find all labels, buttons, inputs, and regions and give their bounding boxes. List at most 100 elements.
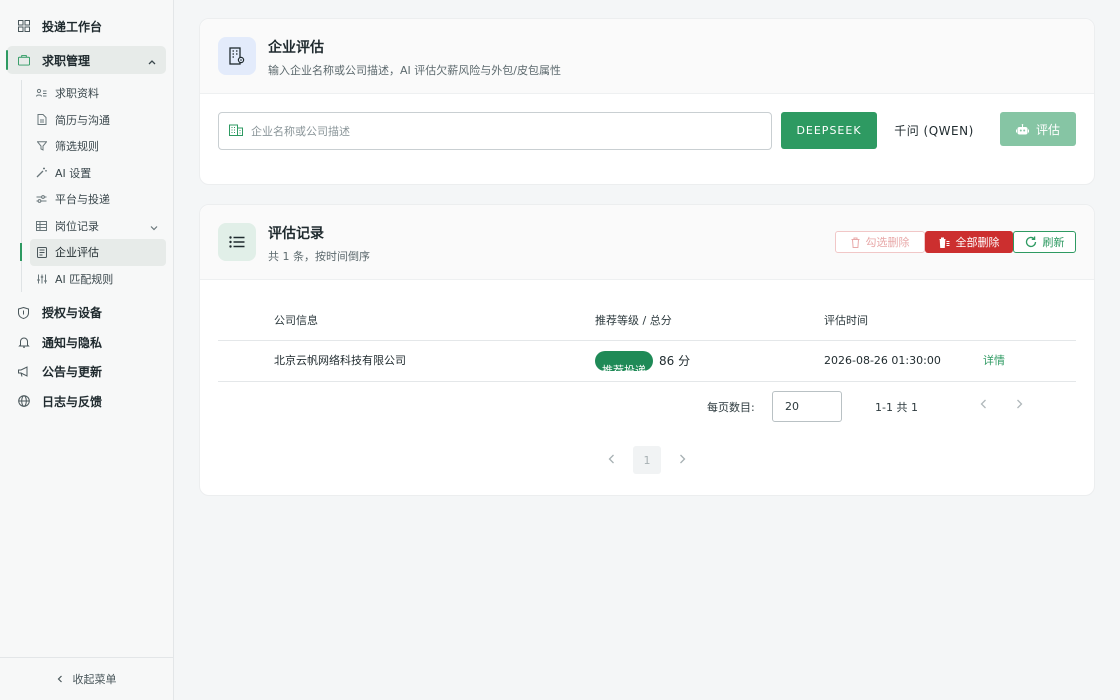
trash-icon [851, 237, 860, 248]
nav-label: 公告与更新 [42, 365, 103, 380]
sidebar-item-filter-rules[interactable]: 筛选规则 [30, 133, 166, 160]
page-navigator: 1 [200, 446, 1094, 474]
building-icon [218, 37, 256, 75]
filter-icon [36, 141, 47, 152]
sidebar-item-label: 企业评估 [55, 246, 99, 260]
document-icon [36, 114, 47, 126]
column-header-level: 推荐等级 / 总分 [595, 314, 672, 327]
chevron-down-icon [150, 221, 158, 234]
records-actions: 勾选删除 全部删除 刷新 [835, 231, 1076, 253]
per-page-label: 每页数目: [707, 401, 755, 414]
chevron-left-icon[interactable] [608, 453, 615, 467]
sidebar-item-profile[interactable]: 求职资料 [30, 80, 166, 107]
table-row: 北京云帆网络科技有限公司 推荐投递 86 分 2026-08-26 01:30:0… [218, 341, 1076, 382]
chevron-up-icon [148, 54, 156, 68]
page-number-button[interactable]: 1 [633, 446, 661, 474]
sidebar-item-label: AI 设置 [55, 166, 92, 180]
deepseek-button[interactable]: DEEPSEEK [781, 112, 877, 149]
megaphone-icon [18, 365, 30, 378]
sidebar-item-resume[interactable]: 简历与沟通 [30, 107, 166, 134]
nav-group-label: 求职管理 [42, 53, 91, 68]
shield-icon [18, 306, 30, 319]
evaluation-records-card: 评估记录 共 1 条，按时间倒序 勾选删除 全部删除 刷新 公司信息 推荐等级 … [199, 204, 1095, 496]
company-evaluation-card: 企业评估 输入企业名称或公司描述，AI 评估欠薪风险与外包/皮包属性 DEEPS… [199, 18, 1095, 185]
refresh-icon [1025, 236, 1037, 248]
score-value: 86 分 [659, 354, 691, 368]
next-page-icon[interactable] [1016, 399, 1023, 412]
search-row: DEEPSEEK 千问 (QWEN) 评估 [218, 112, 1076, 150]
report-icon [36, 246, 47, 258]
detail-link[interactable]: 详情 [983, 341, 1005, 381]
card-header: 企业评估 输入企业名称或公司描述，AI 评估欠薪风险与外包/皮包属性 [200, 19, 1094, 94]
table-header: 公司信息 推荐等级 / 总分 评估时间 [218, 301, 1076, 341]
evaluate-label: 评估 [1035, 122, 1060, 137]
column-header-time: 评估时间 [824, 314, 868, 327]
company-search-box[interactable] [218, 112, 772, 150]
per-page-pager: 每页数目: 20 1-1 共 1 [218, 391, 1076, 423]
refresh-label: 刷新 [1042, 236, 1065, 249]
grid-icon [18, 20, 30, 32]
trash-all-icon [939, 237, 950, 248]
prev-page-icon[interactable] [980, 399, 987, 412]
delete-selected-button[interactable]: 勾选删除 [835, 231, 925, 253]
nav-notify-privacy[interactable]: 通知与隐私 [0, 328, 173, 358]
chevron-left-icon [57, 675, 63, 683]
qwen-button[interactable]: 千问 (QWEN) [886, 112, 982, 149]
collapse-label: 收起菜单 [72, 673, 117, 686]
page-range: 1-1 共 1 [875, 401, 918, 414]
sidebar-item-job-records[interactable]: 岗位记录 [30, 213, 166, 240]
chevron-right-icon[interactable] [679, 453, 686, 467]
card-header: 评估记录 共 1 条，按时间倒序 勾选删除 全部删除 刷新 [200, 205, 1094, 280]
nav-label: 日志与反馈 [42, 394, 103, 409]
sidebar-item-label: 筛选规则 [55, 140, 99, 154]
per-page-select[interactable]: 20 [772, 391, 842, 422]
briefcase-icon [18, 54, 30, 66]
nav-auth-devices[interactable]: 授权与设备 [0, 298, 173, 328]
refresh-button[interactable]: 刷新 [1013, 231, 1076, 253]
nav-announcements[interactable]: 公告与更新 [0, 357, 173, 387]
sidebar-item-label: 简历与沟通 [55, 113, 110, 127]
company-search-input[interactable] [251, 124, 751, 138]
evaluate-button[interactable]: 评估 [1000, 112, 1076, 146]
sidebar-item-ai-settings[interactable]: AI 设置 [30, 160, 166, 187]
robot-icon [1015, 123, 1029, 135]
sidebar-item-label: 平台与投递 [55, 193, 110, 207]
sidebar-item-label: 求职资料 [55, 87, 99, 101]
nav-workbench-label: 投递工作台 [42, 19, 103, 34]
status-badge: 推荐投递 [595, 351, 653, 377]
sub-menu: 求职资料 简历与沟通 筛选规则 AI 设置 平台与投递 岗位记录 企业评估 AI… [20, 80, 173, 293]
globe-icon [18, 395, 30, 408]
sidebar-item-label: AI 匹配规则 [55, 272, 114, 286]
delete-selected-label: 勾选删除 [865, 236, 910, 249]
table-icon [36, 220, 47, 231]
list-icon [218, 223, 256, 261]
delete-all-button[interactable]: 全部删除 [925, 231, 1013, 253]
level-cell: 推荐投递 86 分 [595, 341, 690, 381]
nav-workbench[interactable]: 投递工作台 [0, 12, 173, 40]
nav-label: 通知与隐私 [42, 335, 103, 350]
nav-logs-feedback[interactable]: 日志与反馈 [0, 387, 173, 417]
sidebar-item-company-evaluation[interactable]: 企业评估 [20, 239, 166, 266]
collapse-menu-button[interactable]: 收起菜单 [0, 657, 173, 700]
magic-wand-icon [36, 167, 47, 178]
sidebar-item-ai-match-rules[interactable]: AI 匹配规则 [30, 266, 166, 293]
building-small-icon [229, 123, 243, 139]
sidebar-item-label: 岗位记录 [55, 219, 99, 233]
nav-group-job-management[interactable]: 求职管理 [6, 46, 166, 74]
company-name: 北京云帆网络科技有限公司 [274, 354, 406, 367]
column-header-company: 公司信息 [274, 314, 318, 327]
records-table: 公司信息 推荐等级 / 总分 评估时间 北京云帆网络科技有限公司 推荐投递 86 … [218, 301, 1076, 382]
nav-label: 授权与设备 [42, 306, 103, 321]
page-subtitle: 输入企业名称或公司描述，AI 评估欠薪风险与外包/皮包属性 [268, 64, 561, 77]
records-subtitle: 共 1 条，按时间倒序 [268, 250, 370, 263]
page-title: 企业评估 [268, 40, 324, 56]
records-title: 评估记录 [268, 226, 324, 242]
evaluation-time: 2026-08-26 01:30:00 [824, 354, 941, 367]
bell-icon [18, 336, 30, 348]
list-user-icon [36, 88, 47, 99]
delete-all-label: 全部删除 [955, 236, 1000, 249]
equalizer-icon [36, 273, 47, 284]
sidebar: 投递工作台 求职管理 求职资料 简历与沟通 筛选规则 AI 设置 平台与投递 岗… [0, 0, 174, 700]
sidebar-item-platform[interactable]: 平台与投递 [30, 186, 166, 213]
sliders-icon [36, 194, 47, 205]
